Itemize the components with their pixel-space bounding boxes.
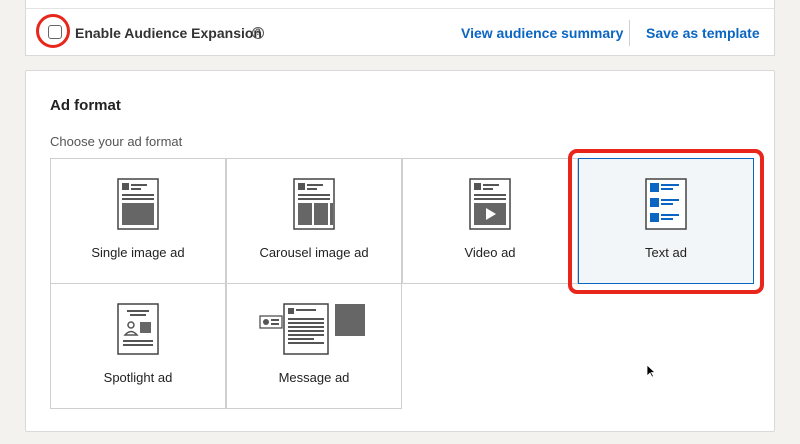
ad-format-option-spotlight[interactable]: Spotlight ad xyxy=(50,283,226,409)
help-icon[interactable]: ? xyxy=(252,27,264,39)
highlight-box xyxy=(568,149,764,294)
single-image-ad-icon xyxy=(117,178,159,230)
ad-format-option-video[interactable]: Video ad xyxy=(402,158,578,284)
tile-label: Message ad xyxy=(278,370,350,385)
section-title: Ad format xyxy=(50,97,121,114)
ad-format-option-message[interactable]: Message ad xyxy=(226,283,402,409)
message-ad-icon xyxy=(259,303,365,355)
tile-label: Spotlight ad xyxy=(103,370,173,385)
divider xyxy=(26,8,774,9)
ad-format-option-single-image[interactable]: Single image ad xyxy=(50,158,226,284)
video-ad-icon xyxy=(469,178,511,230)
ad-format-option-carousel-image[interactable]: Carousel image ad xyxy=(226,158,402,284)
tile-label: Video ad xyxy=(464,245,516,260)
spotlight-ad-icon xyxy=(117,303,159,355)
section-subtitle: Choose your ad format xyxy=(50,134,183,149)
tile-label: Carousel image ad xyxy=(259,245,369,260)
save-as-template-link[interactable]: Save as template xyxy=(646,25,760,41)
divider xyxy=(629,20,630,46)
highlight-circle xyxy=(36,14,70,48)
view-audience-summary-link[interactable]: View audience summary xyxy=(461,25,623,41)
carousel-image-ad-icon xyxy=(293,178,335,230)
audience-expansion-label: Enable Audience Expansion xyxy=(75,25,262,41)
mouse-cursor-icon xyxy=(646,364,656,378)
tile-label: Single image ad xyxy=(91,245,185,260)
